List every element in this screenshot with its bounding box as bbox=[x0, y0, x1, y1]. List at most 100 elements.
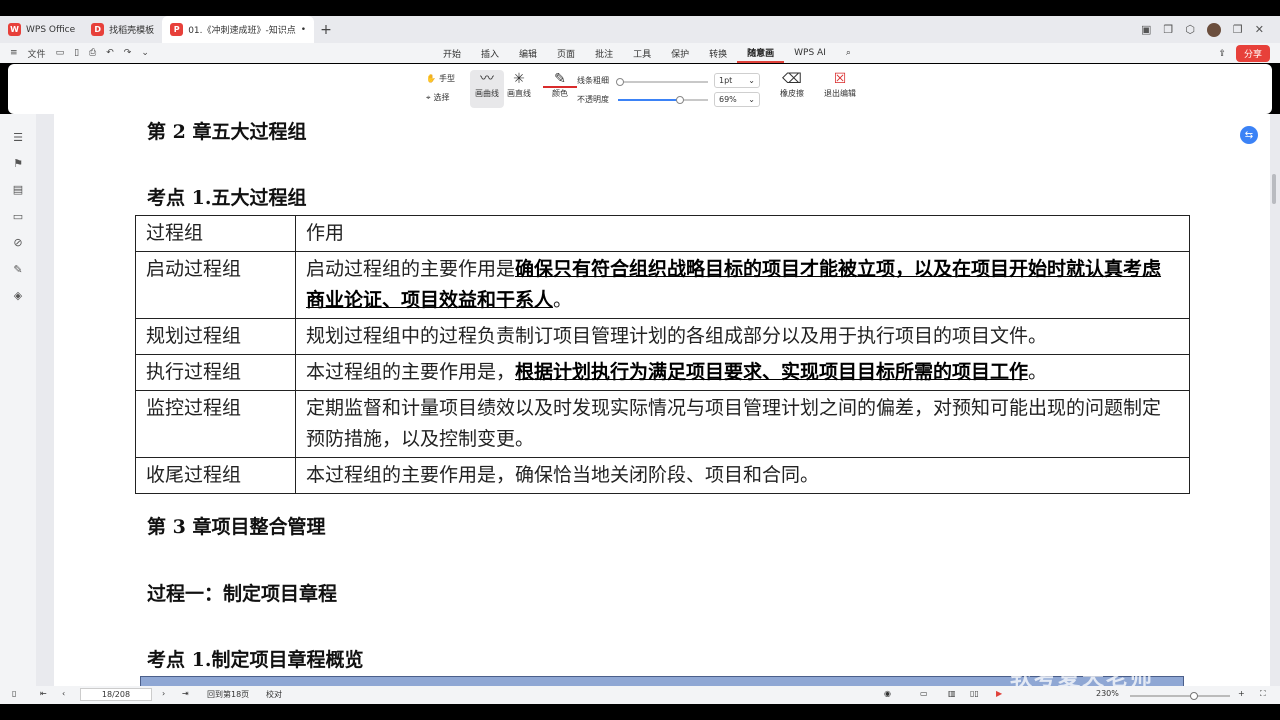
section-heading: 考点 1.制定项目章程概览 bbox=[147, 649, 364, 671]
back-to-page[interactable]: 回到第18页 bbox=[207, 689, 249, 700]
slider-knob[interactable] bbox=[676, 96, 685, 104]
cursor-icon: ⌖ bbox=[426, 92, 431, 102]
signature-icon[interactable]: ✎ bbox=[12, 264, 24, 276]
draw-line-button[interactable]: ✳ 画直线 bbox=[502, 70, 536, 108]
tab-convert[interactable]: 转换 bbox=[699, 43, 737, 63]
tab-label: 找稻壳模板 bbox=[109, 26, 155, 36]
status-bar: ▯ ⇤ ‹ 18/208 › ⇥ 回到第18页 校对 ◉ ▭ ▥ ▯▯ ▶ 23… bbox=[0, 686, 1280, 704]
new-tab-icon[interactable]: + bbox=[314, 22, 338, 38]
thickness-slider[interactable] bbox=[616, 78, 708, 86]
ribbon-toolbar: ✋ 手型 ⌖ 选择 〰 画曲线 ✳ 画直线 ✎ 颜色 线条粗细 1pt ⌄ 不透… bbox=[8, 64, 1272, 114]
search-icon[interactable]: ⌕ bbox=[836, 43, 861, 63]
menu-icon[interactable]: ≡ bbox=[10, 48, 18, 58]
file-menu[interactable]: 文件 bbox=[28, 47, 46, 60]
folder-icon[interactable]: ▭ bbox=[56, 48, 65, 58]
last-page-icon[interactable]: ⇥ bbox=[182, 689, 189, 698]
tab-document[interactable]: P 01.《冲刺速成班》-知识点 • bbox=[162, 16, 315, 43]
process-group-table: 过程组 作用 启动过程组 启动过程组的主要作用是确保只有符合组织战略目标的项目才… bbox=[135, 215, 1190, 494]
color-picker[interactable]: ✎ 颜色 bbox=[543, 70, 577, 108]
table-cell: 收尾过程组 bbox=[135, 457, 296, 494]
redo-icon[interactable]: ↷ bbox=[124, 48, 132, 58]
layers-icon[interactable]: ◈ bbox=[12, 290, 24, 302]
tab-comment[interactable]: 批注 bbox=[585, 43, 623, 63]
next-page-icon[interactable]: › bbox=[162, 689, 165, 698]
translate-icon[interactable]: ⇆ bbox=[1240, 126, 1258, 144]
eraser-label: 橡皮擦 bbox=[780, 89, 804, 98]
first-page-icon[interactable]: ⇤ bbox=[40, 689, 47, 698]
pdf-icon: P bbox=[170, 23, 184, 36]
zoom-slider[interactable] bbox=[1130, 692, 1230, 700]
slider-knob[interactable] bbox=[616, 78, 624, 86]
exit-label: 退出编辑 bbox=[824, 89, 856, 98]
tab-template[interactable]: D 找稻壳模板 bbox=[83, 16, 162, 43]
print-icon[interactable]: ⎙ bbox=[89, 48, 96, 58]
close-icon[interactable]: • bbox=[301, 25, 306, 35]
single-page-icon[interactable]: ▭ bbox=[920, 689, 928, 698]
tab-page[interactable]: 页面 bbox=[547, 43, 585, 63]
zoom-in-icon[interactable]: + bbox=[1238, 689, 1245, 698]
sidebar-toggle-icon[interactable]: ▯ bbox=[12, 689, 16, 698]
exit-edit-button[interactable]: ☒ 退出编辑 bbox=[820, 70, 860, 108]
tab-wps-office[interactable]: W WPS Office bbox=[0, 16, 83, 43]
hand-label: 手型 bbox=[438, 74, 455, 83]
thickness-select[interactable]: 1pt ⌄ bbox=[714, 73, 760, 88]
cube-icon[interactable]: ⬡ bbox=[1185, 23, 1195, 36]
line-label: 画直线 bbox=[507, 89, 531, 98]
menu-bar: ≡ 文件 ▭ ▯ ⎙ ↶ ↷ ⌄ 开始 插入 编辑 页面 批注 工具 保护 转换… bbox=[0, 43, 1280, 63]
slider-knob[interactable] bbox=[1190, 692, 1198, 700]
curve-icon: 〰 bbox=[480, 71, 494, 87]
tab-draw[interactable]: 随意画 bbox=[737, 43, 785, 63]
table-cell: 启动过程组的主要作用是确保只有符合组织战略目标的项目才能被立项，以及在项目开始时… bbox=[295, 251, 1190, 319]
tab-protect[interactable]: 保护 bbox=[661, 43, 699, 63]
table-cell: 规划过程组中的过程负责制订项目管理计划的各组成部分以及用于执行项目的项目文件。 bbox=[295, 318, 1190, 355]
continuous-icon[interactable]: ▥ bbox=[948, 689, 956, 698]
thickness-label: 线条粗细 bbox=[577, 76, 609, 85]
attachment-icon[interactable]: ⊘ bbox=[12, 237, 24, 249]
eraser-button[interactable]: ⌫ 橡皮擦 bbox=[772, 70, 812, 108]
table-row: 执行过程组 本过程组的主要作用是，根据计划执行为满足项目要求、实现项目目标所需的… bbox=[135, 354, 1190, 391]
thumbnail-icon[interactable]: ▤ bbox=[12, 184, 24, 196]
bookmark-icon[interactable]: ⚑ bbox=[12, 158, 24, 170]
opacity-select[interactable]: 69% ⌄ bbox=[714, 92, 760, 107]
opacity-slider[interactable] bbox=[618, 96, 708, 104]
tab-home[interactable]: 开始 bbox=[433, 43, 471, 63]
hand-tool[interactable]: ✋ 手型 bbox=[426, 73, 455, 84]
window-controls: ▣ ❐ ⬡ ❐ ✕ bbox=[1141, 22, 1280, 37]
zoom-level[interactable]: 230% bbox=[1096, 689, 1119, 698]
tab-bar: W WPS Office D 找稻壳模板 P 01.《冲刺速成班》-知识点 • … bbox=[0, 16, 1280, 43]
prev-page-icon[interactable]: ‹ bbox=[62, 689, 65, 698]
cell-text: 定期监督和计量项目绩效以及时发现实际情况与项目管理计划之间的偏差，对预知可能出现… bbox=[306, 397, 1162, 450]
chevron-down-icon: ⌄ bbox=[748, 95, 755, 104]
page-number-input[interactable]: 18/208 bbox=[80, 688, 152, 701]
scrollbar[interactable] bbox=[1272, 174, 1276, 204]
window-icon[interactable]: ❐ bbox=[1163, 23, 1173, 36]
share-button[interactable]: 分享 bbox=[1235, 45, 1270, 62]
comment-icon[interactable]: ▭ bbox=[12, 211, 24, 223]
select-tool[interactable]: ⌖ 选择 bbox=[426, 92, 450, 103]
tab-wps-ai[interactable]: WPS AI bbox=[784, 43, 836, 63]
hand-icon: ✋ bbox=[426, 74, 436, 83]
chevron-down-icon[interactable]: ⌄ bbox=[141, 48, 149, 58]
close-window-icon[interactable]: ✕ bbox=[1255, 23, 1264, 36]
play-icon[interactable]: ▶ bbox=[996, 689, 1002, 698]
double-page-icon[interactable]: ▯▯ bbox=[970, 689, 979, 698]
table-header-row: 过程组 作用 bbox=[135, 215, 1190, 252]
tab-edit[interactable]: 编辑 bbox=[509, 43, 547, 63]
tab-tools[interactable]: 工具 bbox=[623, 43, 661, 63]
draw-curve-button[interactable]: 〰 画曲线 bbox=[470, 70, 504, 108]
close-icon: ☒ bbox=[833, 71, 847, 87]
tab-insert[interactable]: 插入 bbox=[471, 43, 509, 63]
undo-icon[interactable]: ↶ bbox=[106, 48, 114, 58]
proofread-button[interactable]: 校对 bbox=[266, 689, 282, 700]
restore-icon[interactable]: ❐ bbox=[1233, 23, 1243, 36]
eye-icon[interactable]: ◉ bbox=[884, 689, 891, 698]
ribbon-tabs: 开始 插入 编辑 页面 批注 工具 保护 转换 随意画 WPS AI ⌕ bbox=[433, 43, 861, 63]
save-icon[interactable]: ▯ bbox=[74, 48, 79, 58]
curve-label: 画曲线 bbox=[475, 89, 499, 98]
upload-icon[interactable]: ⇪ bbox=[1218, 49, 1226, 59]
fullscreen-icon[interactable]: ⛶ bbox=[1260, 689, 1266, 699]
avatar[interactable] bbox=[1206, 22, 1221, 37]
outline-icon[interactable]: ☰ bbox=[12, 132, 24, 144]
layout-icon[interactable]: ▣ bbox=[1141, 23, 1151, 36]
eraser-icon: ⌫ bbox=[782, 71, 802, 87]
